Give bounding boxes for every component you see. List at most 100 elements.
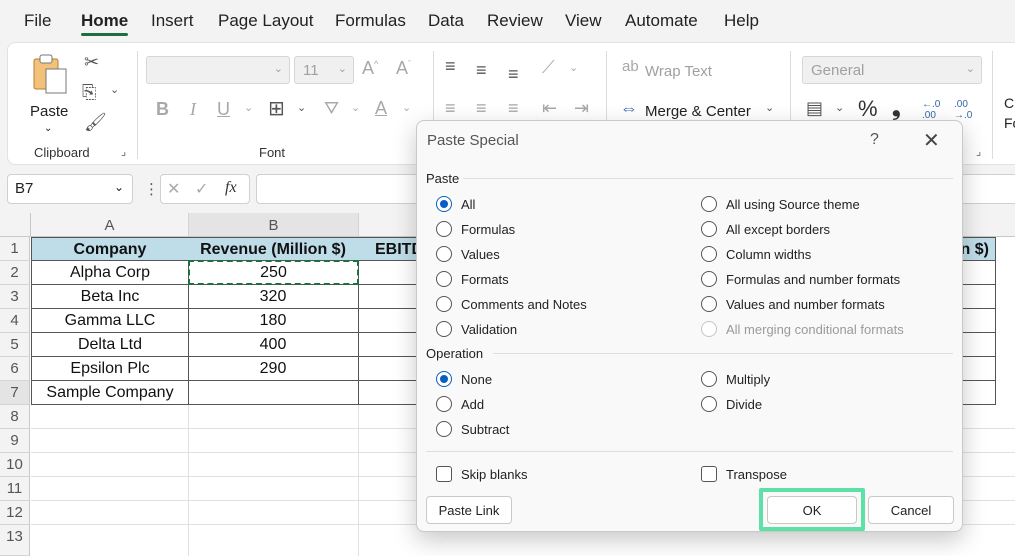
cell-revenue[interactable]: 400	[188, 333, 359, 357]
align-middle-icon[interactable]: ≡	[476, 61, 487, 79]
header-cell-revenue[interactable]: Revenue (Million $)	[188, 237, 359, 261]
tab-data[interactable]: Data	[428, 11, 464, 31]
fill-color-icon[interactable]: ⛛	[324, 99, 339, 117]
checkbox[interactable]	[701, 466, 717, 482]
radio-selected[interactable]	[436, 371, 452, 387]
dialog-launcher-icon[interactable]: ⌟	[976, 147, 981, 158]
more-icon[interactable]: ⋮	[144, 180, 159, 198]
wrap-text-icon[interactable]: ab	[622, 59, 639, 74]
radio[interactable]	[436, 296, 452, 312]
bold-icon[interactable]: B	[156, 100, 169, 118]
row-header[interactable]: 6	[0, 357, 30, 381]
italic-icon[interactable]: I	[190, 100, 196, 118]
row-header[interactable]: 9	[0, 429, 30, 453]
column-header-a[interactable]: A	[31, 213, 189, 237]
number-format-combo[interactable]: General ⌄	[802, 56, 982, 84]
radio[interactable]	[436, 396, 452, 412]
radio-selected[interactable]	[436, 196, 452, 212]
help-icon[interactable]: ?	[870, 131, 879, 149]
wrap-text-button[interactable]: Wrap Text	[645, 63, 712, 80]
align-bottom-icon[interactable]: ≡	[508, 65, 519, 83]
align-left-icon[interactable]: ≡	[445, 99, 456, 117]
row-header[interactable]: 7	[0, 381, 30, 405]
radio[interactable]	[701, 271, 717, 287]
radio[interactable]	[701, 196, 717, 212]
cell-company[interactable]: Epsilon Plc	[31, 357, 189, 381]
cancel-button[interactable]: Cancel	[868, 496, 954, 524]
cell-company[interactable]: Alpha Corp	[31, 261, 189, 285]
cell-company[interactable]: Gamma LLC	[31, 309, 189, 333]
copy-icon[interactable]: ⎘	[82, 83, 96, 101]
accounting-icon[interactable]: ▤	[806, 99, 823, 117]
name-box[interactable]: B7 ⌄	[7, 174, 133, 204]
decrease-indent-icon[interactable]: ⇤	[542, 99, 557, 117]
font-size-combo[interactable]: 11 ⌄	[294, 56, 354, 84]
tab-automate[interactable]: Automate	[625, 11, 698, 31]
tab-home[interactable]: Home	[81, 11, 129, 36]
row-header[interactable]: 8	[0, 405, 30, 429]
radio[interactable]	[436, 246, 452, 262]
cell-company[interactable]: Delta Ltd	[31, 333, 189, 357]
cell-revenue[interactable]	[188, 381, 359, 405]
radio[interactable]	[436, 271, 452, 287]
chevron-down-icon[interactable]: ⌄	[244, 103, 253, 114]
tab-insert[interactable]: Insert	[151, 11, 194, 31]
tab-page-layout[interactable]: Page Layout	[218, 11, 313, 31]
radio[interactable]	[701, 371, 717, 387]
column-header-b[interactable]: B	[189, 213, 359, 237]
font-color-icon[interactable]: A	[375, 99, 387, 117]
tab-help[interactable]: Help	[724, 11, 759, 31]
radio[interactable]	[436, 421, 452, 437]
decrease-decimal-icon[interactable]: .00 →.0	[954, 99, 980, 121]
enter-icon[interactable]: ✓	[195, 179, 208, 199]
row-header[interactable]: 1	[0, 237, 30, 261]
radio[interactable]	[436, 321, 452, 337]
tab-view[interactable]: View	[565, 11, 602, 31]
row-header[interactable]: 13	[0, 525, 30, 556]
tab-review[interactable]: Review	[487, 11, 543, 31]
orientation-icon[interactable]: ⟋	[542, 58, 555, 76]
ok-button[interactable]: OK	[767, 496, 857, 524]
cell-company[interactable]: Beta Inc	[31, 285, 189, 309]
underline-icon[interactable]: U	[217, 100, 230, 118]
row-header[interactable]: 3	[0, 285, 30, 309]
radio[interactable]	[701, 246, 717, 262]
radio[interactable]	[436, 221, 452, 237]
cancel-icon[interactable]: ✕	[167, 179, 180, 199]
cut-icon[interactable]: ✂	[84, 53, 99, 71]
decrease-font-icon[interactable]: Aˇ	[396, 59, 411, 77]
row-header[interactable]: 12	[0, 501, 30, 525]
close-icon[interactable]: ✕	[923, 128, 940, 153]
paste-button[interactable]: Paste ⌄	[24, 51, 74, 134]
cell-revenue[interactable]: 180	[188, 309, 359, 333]
chevron-down-icon[interactable]: ⌄	[835, 103, 844, 114]
align-top-icon[interactable]: ≡	[445, 57, 456, 75]
chevron-down-icon[interactable]: ⌄	[351, 103, 360, 114]
increase-indent-icon[interactable]: ⇥	[574, 99, 589, 117]
header-cell-company[interactable]: Company	[31, 237, 189, 261]
percent-icon[interactable]: %	[858, 98, 878, 120]
increase-decimal-icon[interactable]: ←.0 .00	[922, 99, 948, 121]
font-name-combo[interactable]: ⌄	[146, 56, 290, 84]
dialog-launcher-icon[interactable]: ⌟	[121, 147, 126, 158]
merge-center-button[interactable]: Merge & Center	[645, 103, 751, 120]
checkbox[interactable]	[436, 466, 452, 482]
paste-link-button[interactable]: Paste Link	[426, 496, 512, 524]
radio[interactable]	[701, 296, 717, 312]
row-header[interactable]: 4	[0, 309, 30, 333]
chevron-down-icon[interactable]: ⌄	[402, 103, 411, 114]
chevron-down-icon[interactable]: ⌄	[569, 63, 578, 74]
fx-icon[interactable]: fx	[225, 179, 237, 197]
chevron-down-icon[interactable]: ⌄	[765, 103, 774, 114]
chevron-down-icon[interactable]: ⌄	[297, 103, 306, 114]
row-header[interactable]: 11	[0, 477, 30, 501]
radio[interactable]	[701, 221, 717, 237]
align-right-icon[interactable]: ≡	[508, 99, 519, 117]
comma-icon[interactable]: ❟	[892, 97, 901, 119]
tab-file[interactable]: File	[24, 11, 51, 31]
align-center-icon[interactable]: ≡	[476, 99, 487, 117]
row-header[interactable]: 5	[0, 333, 30, 357]
row-header[interactable]: 10	[0, 453, 30, 477]
tab-formulas[interactable]: Formulas	[335, 11, 406, 31]
cell-revenue[interactable]: 320	[188, 285, 359, 309]
